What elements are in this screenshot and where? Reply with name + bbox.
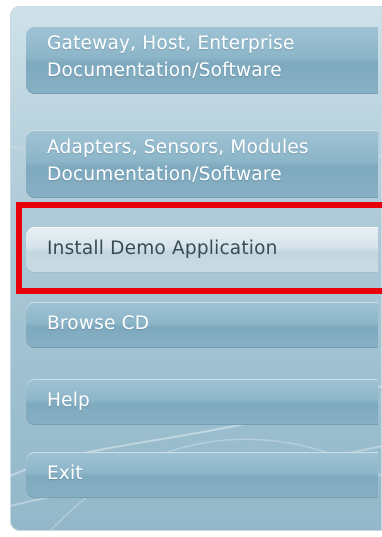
browse-cd-button[interactable]: Browse CD [26,302,378,348]
install-demo-application-button[interactable]: Install Demo Application [26,227,378,273]
exit-button[interactable]: Exit [26,452,378,498]
help-label: Help [47,390,90,411]
browse-cd-label: Browse CD [47,313,150,334]
install-demo-application-label: Install Demo Application [47,238,278,259]
help-button[interactable]: Help [26,379,378,425]
adapters-sensors-modules-line2: Documentation/Software [47,164,282,185]
gateway-host-enterprise-label: Gateway, Host, Enterprise Documentation/… [47,30,374,84]
adapters-sensors-modules-button[interactable]: Adapters, Sensors, Modules Documentation… [26,130,378,198]
gateway-host-enterprise-line1: Gateway, Host, Enterprise [47,33,295,54]
exit-label: Exit [47,463,83,484]
gateway-host-enterprise-line2: Documentation/Software [47,60,282,81]
adapters-sensors-modules-label: Adapters, Sensors, Modules Documentation… [47,134,374,188]
adapters-sensors-modules-line1: Adapters, Sensors, Modules [47,137,309,158]
gateway-host-enterprise-button[interactable]: Gateway, Host, Enterprise Documentation/… [26,26,378,94]
